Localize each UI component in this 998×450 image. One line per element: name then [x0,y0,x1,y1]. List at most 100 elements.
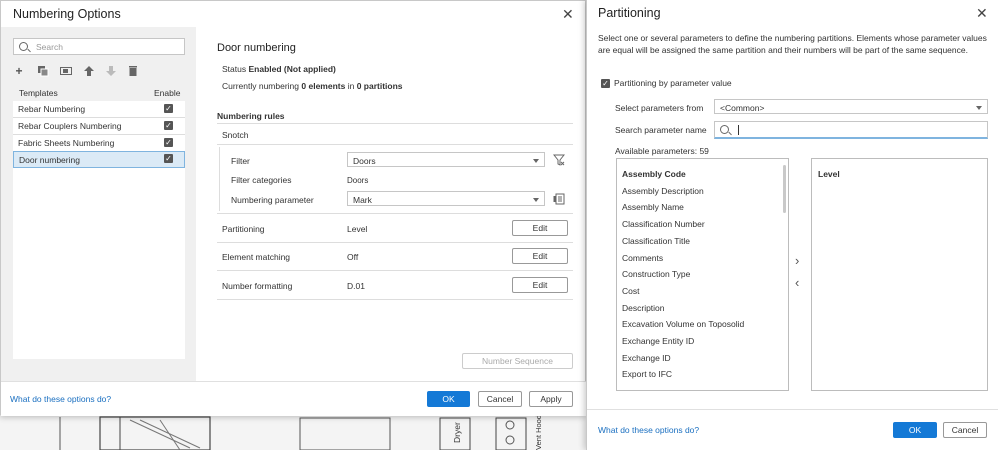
cancel-button[interactable]: Cancel [478,391,522,407]
divider [217,123,573,124]
partitioning-edit-button[interactable]: Edit [512,220,568,236]
add-icon[interactable]: + [13,65,25,77]
duplicate-icon[interactable] [37,65,49,77]
enable-column-header: Enable [154,88,181,98]
numbering-rules-heading: Numbering rules [217,111,285,121]
numbering-parameter-label: Numbering parameter [231,195,314,205]
available-params-line: Available parameters: 59 [615,146,709,156]
partitions-count: 0 partitions [356,81,403,91]
number-formatting-label: Number formatting [222,281,293,291]
param-item[interactable]: Construction Type [622,269,690,279]
add-param-chevron-right-icon[interactable]: › [795,254,799,267]
scrollbar-thumb[interactable] [783,165,786,213]
enable-checkbox[interactable]: ✓ [164,138,173,147]
dialog-title: Numbering Options [13,7,121,21]
dialog-title: Partitioning [598,6,661,20]
available-count: 59 [699,146,709,156]
param-item[interactable]: Cost [622,286,639,296]
partitioning-checkbox-label: Partitioning by parameter value [614,78,732,88]
enable-checkbox[interactable]: ✓ [164,104,173,113]
param-item[interactable]: Comments [622,253,663,263]
partitioning-description: Select one or several parameters to defi… [598,33,987,55]
filter-value: Doors [353,155,376,166]
param-item[interactable]: Classification Title [622,236,690,246]
param-item[interactable]: Excavation Volume on Toposolid [622,319,744,329]
dialog-footer: What do these options do? OK Cancel Appl… [1,381,587,416]
filter-categories-value: Doors [347,176,369,185]
numbering-parameter-dropdown[interactable]: Mark [347,191,545,206]
available-parameters-list[interactable]: Assembly Code Assembly Description Assem… [616,158,789,391]
ok-button[interactable]: OK [893,422,937,438]
close-icon[interactable]: ✕ [562,7,574,21]
chevron-down-icon [533,159,539,163]
apply-button[interactable]: Apply [529,391,573,407]
close-icon[interactable]: ✕ [976,6,988,20]
search-param-label: Search parameter name [615,125,707,135]
rule-title: Door numbering [217,42,296,54]
search-placeholder: Search [36,42,63,52]
filter-icon[interactable] [552,154,566,166]
help-link[interactable]: What do these options do? [10,394,111,404]
divider [217,144,573,145]
partitioning-value: Level [347,224,368,234]
templates-header: Templates Enable [13,87,185,99]
status-line: Status Enabled (Not applied) [222,64,336,74]
enable-checkbox[interactable]: ✓ [164,154,173,163]
search-icon [19,42,28,51]
parameter-search-input[interactable] [714,121,988,139]
partitioning-checkbox[interactable]: ✓ [601,79,610,88]
dryer-label: Dryer [452,422,462,443]
partitioning-dialog: Partitioning ✕ Select one or several par… [586,0,998,450]
filter-categories-label: Filter categories [231,175,292,185]
cancel-button[interactable]: Cancel [943,422,987,438]
status-value: Enabled (Not applied) [248,64,336,74]
template-row-fabric-sheets[interactable]: Fabric Sheets Numbering ✓ [13,135,185,152]
elements-count: 0 elements [301,81,346,91]
select-from-label: Select parameters from [615,103,704,113]
dialog-footer: What do these options do? OK Cancel [587,409,998,450]
template-label: Rebar Couplers Numbering [18,121,122,131]
templates-pane: Search + Templates Enable Rebar Numberin… [1,27,196,381]
move-up-icon[interactable] [83,65,95,77]
chevron-down-icon [976,106,982,110]
select-from-dropdown[interactable]: <Common> [714,99,988,114]
selected-parameters-list[interactable]: Level [811,158,988,391]
element-matching-edit-button[interactable]: Edit [512,248,568,264]
template-row-rebar-numbering[interactable]: Rebar Numbering ✓ [13,101,185,118]
templates-list: Rebar Numbering ✓ Rebar Couplers Numberi… [13,101,185,359]
template-label: Door numbering [19,155,80,165]
template-row-rebar-couplers[interactable]: Rebar Couplers Numbering ✓ [13,118,185,135]
filter-label: Filter [231,156,250,166]
help-link[interactable]: What do these options do? [598,425,699,435]
status-label: Status [222,64,247,74]
remove-param-chevron-left-icon[interactable]: ‹ [795,276,799,289]
template-search-input[interactable]: Search [13,38,185,55]
filter-dropdown[interactable]: Doors [347,152,545,167]
param-item[interactable]: Exchange ID [622,353,671,363]
templates-column-header: Templates [19,88,58,98]
currently-in: in [347,81,355,91]
param-item[interactable]: Assembly Description [622,186,704,196]
template-row-door-numbering[interactable]: Door numbering ✓ [13,151,185,168]
number-formatting-edit-button[interactable]: Edit [512,277,568,293]
selected-param-item[interactable]: Level [818,169,840,179]
param-item[interactable]: Assembly Name [622,202,684,212]
param-item[interactable]: Export to IFC [622,369,672,379]
template-label: Rebar Numbering [18,104,86,114]
number-sequence-button[interactable]: Number Sequence [462,353,573,369]
delete-icon[interactable] [127,65,139,77]
move-down-icon[interactable] [105,65,117,77]
param-item[interactable]: Description [622,303,665,313]
divider [217,213,573,214]
divider [217,299,573,300]
available-label: Available parameters: [615,146,698,156]
param-item[interactable]: Classification Number [622,219,705,229]
param-item[interactable]: Assembly Code [622,169,686,179]
parameter-list-icon[interactable] [553,193,565,205]
ok-button[interactable]: OK [427,391,470,407]
number-formatting-value: D.01 [347,281,365,291]
rename-icon[interactable] [60,65,72,77]
element-matching-label: Element matching [222,252,291,262]
enable-checkbox[interactable]: ✓ [164,121,173,130]
param-item[interactable]: Exchange Entity ID [622,336,694,346]
